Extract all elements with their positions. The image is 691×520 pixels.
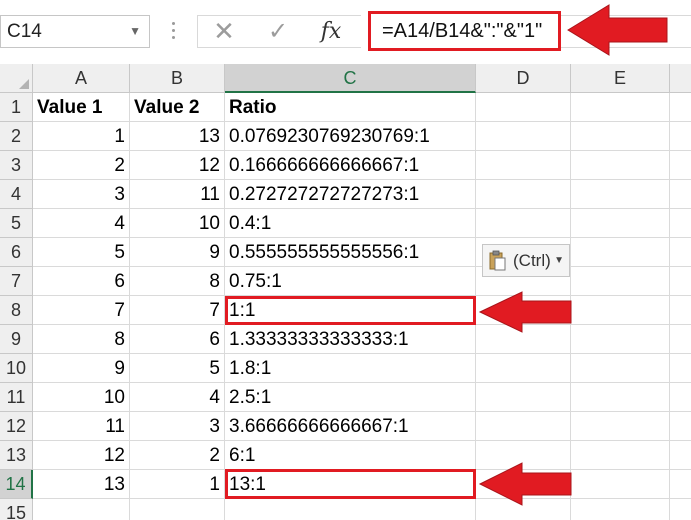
chevron-down-icon: ▼ xyxy=(554,255,564,266)
cell-b[interactable]: 2 xyxy=(130,441,224,470)
row-header[interactable]: 4 xyxy=(0,180,33,209)
column-header-a[interactable]: A xyxy=(33,64,130,93)
drag-handle-icon[interactable] xyxy=(172,22,176,42)
cell-a[interactable]: 4 xyxy=(33,209,129,238)
select-all-button[interactable] xyxy=(0,64,33,93)
cell-c[interactable]: 0.555555555555556:1 xyxy=(225,238,475,267)
row-header[interactable]: 10 xyxy=(0,354,33,383)
highlight-box-c14 xyxy=(225,469,476,499)
arrow-left-icon xyxy=(567,4,668,56)
formula-buttons: ✕ ✓ fx xyxy=(197,15,361,48)
cell-b[interactable]: 4 xyxy=(130,383,224,412)
column-title-c[interactable]: Ratio xyxy=(225,93,475,122)
clipboard-icon xyxy=(489,250,506,271)
column-header-c[interactable]: C xyxy=(225,64,476,93)
row-header[interactable]: 13 xyxy=(0,441,33,470)
column-header-f[interactable] xyxy=(670,64,691,93)
row-header[interactable]: 8 xyxy=(0,296,33,325)
cell-b[interactable]: 1 xyxy=(130,470,224,499)
worksheet-grid: A B C D E 1 Value 1 Value 2 Ratio 2 1 13 0.0769… xyxy=(0,64,691,520)
cell-c[interactable]: 0.75:1 xyxy=(225,267,475,296)
column-header-b[interactable]: B xyxy=(130,64,225,93)
cell-a[interactable]: 6 xyxy=(33,267,129,296)
paste-options-button[interactable]: (Ctrl) ▼ xyxy=(482,244,570,277)
gridline xyxy=(669,93,670,520)
column-title-a[interactable]: Value 1 xyxy=(33,93,129,122)
cell-c[interactable]: 0.4:1 xyxy=(225,209,475,238)
cell-a[interactable]: 13 xyxy=(33,470,129,499)
row-header[interactable]: 9 xyxy=(0,325,33,354)
cell-b[interactable]: 6 xyxy=(130,325,224,354)
cell-b[interactable]: 13 xyxy=(130,122,224,151)
column-header-d[interactable]: D xyxy=(476,64,571,93)
column-title-b[interactable]: Value 2 xyxy=(130,93,224,122)
name-box-value: C14 xyxy=(7,21,42,42)
cell-c[interactable]: 0.0769230769230769:1 xyxy=(225,122,475,151)
formula-input[interactable]: =A14/B14&":"&"1" xyxy=(368,11,561,51)
cell-b[interactable]: 12 xyxy=(130,151,224,180)
cell-a[interactable]: 7 xyxy=(33,296,129,325)
row-header[interactable]: 3 xyxy=(0,151,33,180)
cell-c[interactable]: 2.5:1 xyxy=(225,383,475,412)
paste-options-label: (Ctrl) xyxy=(513,251,551,270)
cell-a[interactable]: 9 xyxy=(33,354,129,383)
cell-a[interactable]: 11 xyxy=(33,412,129,441)
cell-c[interactable]: 0.166666666666667:1 xyxy=(225,151,475,180)
cell-a[interactable]: 3 xyxy=(33,180,129,209)
row-header[interactable]: 7 xyxy=(0,267,33,296)
cell-c[interactable]: 3.66666666666667:1 xyxy=(225,412,475,441)
row-header[interactable]: 14 xyxy=(0,470,33,499)
cell-c[interactable]: 1.8:1 xyxy=(225,354,475,383)
cell-c[interactable]: 1.33333333333333:1 xyxy=(225,325,475,354)
row-header[interactable]: 5 xyxy=(0,209,33,238)
row-header[interactable]: 11 xyxy=(0,383,33,412)
cancel-icon[interactable]: ✕ xyxy=(204,16,244,47)
row-header[interactable]: 2 xyxy=(0,122,33,151)
check-icon[interactable]: ✓ xyxy=(258,16,298,47)
arrow-left-icon xyxy=(478,291,572,333)
cell-a[interactable]: 2 xyxy=(33,151,129,180)
arrow-left-icon xyxy=(478,462,572,506)
cell-c[interactable]: 0.272727272727273:1 xyxy=(225,180,475,209)
cell-b[interactable]: 9 xyxy=(130,238,224,267)
chevron-down-icon[interactable]: ▼ xyxy=(129,16,141,47)
cell-a[interactable]: 12 xyxy=(33,441,129,470)
name-box[interactable]: C14 ▼ xyxy=(0,15,150,48)
cell-a[interactable]: 5 xyxy=(33,238,129,267)
cell-a[interactable]: 8 xyxy=(33,325,129,354)
row-header[interactable]: 15 xyxy=(0,499,33,520)
column-header-e[interactable]: E xyxy=(571,64,670,93)
cell-b[interactable]: 11 xyxy=(130,180,224,209)
cell-a[interactable]: 1 xyxy=(33,122,129,151)
row-header[interactable]: 12 xyxy=(0,412,33,441)
cell-b[interactable]: 3 xyxy=(130,412,224,441)
fx-icon[interactable]: fx xyxy=(311,16,351,47)
row-header[interactable]: 6 xyxy=(0,238,33,267)
cell-c[interactable]: 6:1 xyxy=(225,441,475,470)
row-header[interactable]: 1 xyxy=(0,93,33,122)
cell-b[interactable]: 10 xyxy=(130,209,224,238)
cell-b[interactable]: 8 xyxy=(130,267,224,296)
cell-b[interactable]: 5 xyxy=(130,354,224,383)
cell-b[interactable]: 7 xyxy=(130,296,224,325)
highlight-box-c8 xyxy=(225,296,476,325)
cell-a[interactable]: 10 xyxy=(33,383,129,412)
